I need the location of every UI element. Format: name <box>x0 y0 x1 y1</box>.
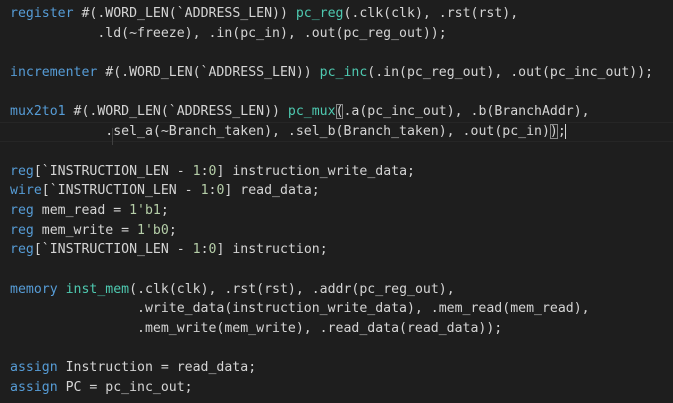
code-token: assign <box>10 360 58 376</box>
code-token: ] read_data; <box>224 183 320 199</box>
code-token: [`INSTRUCTION_LEN - <box>41 183 201 199</box>
code-token: 1 <box>192 242 201 258</box>
code-token: reg <box>10 242 34 258</box>
code-token: .mem_write(mem_write), .read_data(read_d… <box>10 321 503 336</box>
code-token: ; <box>168 222 177 238</box>
code-line[interactable]: .mem_write(mem_write), .read_data(read_d… <box>0 319 673 339</box>
code-line[interactable] <box>0 43 673 63</box>
code-token: [`INSTRUCTION_LEN - <box>33 242 193 258</box>
code-line[interactable]: assign Instruction = read_data; <box>0 358 673 378</box>
code-line[interactable]: mux2to1 #(.WORD_LEN(`ADDRESS_LEN)) pc_mu… <box>0 102 673 122</box>
code-line[interactable] <box>0 142 673 162</box>
code-token: memory <box>10 281 58 297</box>
code-token: 1'b1 <box>129 202 161 218</box>
code-token: pc_reg <box>295 6 344 21</box>
code-line[interactable] <box>0 339 673 359</box>
code-token: #(.WORD_LEN(`ADDRESS_LEN)) <box>65 104 288 120</box>
code-line[interactable]: register #(.WORD_LEN(`ADDRESS_LEN)) pc_r… <box>0 4 673 24</box>
code-line[interactable]: assign PC = pc_inc_out; <box>0 378 673 398</box>
code-lines: register #(.WORD_LEN(`ADDRESS_LEN)) pc_r… <box>0 4 673 398</box>
code-token: .write_data(instruction_write_data), .me… <box>10 301 590 317</box>
code-token: [`INSTRUCTION_LEN - <box>33 163 193 179</box>
code-line[interactable]: memory inst_mem(.clk(clk), .rst(rst), .a… <box>0 280 673 300</box>
code-line[interactable]: reg[`INSTRUCTION_LEN - 1:0] instruction_… <box>0 162 673 182</box>
code-line[interactable]: .ld(~freeze), .in(pc_in), .out(pc_reg_ou… <box>0 24 673 44</box>
code-token: reg <box>10 163 34 179</box>
code-line[interactable]: reg mem_read = 1'b1; <box>0 201 673 221</box>
code-token: ; <box>160 202 169 218</box>
code-token: (.in(pc_reg_out), .out(pc_inc_out)); <box>367 65 654 81</box>
code-token: ] instruction_write_data; <box>216 163 415 179</box>
code-line[interactable]: .write_data(instruction_write_data), .me… <box>0 299 673 319</box>
code-token: inst_mem <box>65 281 130 297</box>
code-token: reg <box>10 222 34 238</box>
code-token: .a(pc_inc_out), .b(BranchAddr), <box>343 104 590 120</box>
code-token: register <box>10 6 74 21</box>
code-line[interactable]: wire[`INSTRUCTION_LEN - 1:0] read_data; <box>0 181 673 201</box>
code-token: wire <box>10 183 42 199</box>
code-line[interactable] <box>0 83 673 103</box>
code-token: Instruction = read_data; <box>57 360 257 376</box>
code-token: sel_a(~Branch_taken), .sel_b(Branch_take… <box>113 124 550 140</box>
code-token: : <box>200 242 209 258</box>
code-token: (.clk(clk), .rst(rst), <box>343 6 519 21</box>
code-token: PC = pc_inc_out; <box>57 380 193 396</box>
code-token: mem_read = <box>33 202 130 218</box>
code-token: reg <box>10 202 34 218</box>
code-token: (.clk(clk), .rst(rst), .addr(pc_reg_out)… <box>129 281 455 297</box>
code-line[interactable] <box>0 260 673 280</box>
code-token: 1'b0 <box>137 222 169 238</box>
matched-bracket: ) <box>549 124 558 140</box>
code-token: 1 <box>192 163 201 179</box>
indent-guide <box>112 128 113 145</box>
text-cursor <box>565 123 567 139</box>
code-token: ] instruction; <box>216 242 328 258</box>
code-token: .ld(~freeze), .in(pc_in), .out(pc_reg_ou… <box>10 25 447 41</box>
code-line[interactable]: incrementer #(.WORD_LEN(`ADDRESS_LEN)) p… <box>0 63 673 83</box>
code-token: mem_write = <box>33 222 138 238</box>
code-token: #(.WORD_LEN(`ADDRESS_LEN)) <box>97 65 320 81</box>
code-line[interactable]: reg mem_write = 1'b0; <box>0 221 673 241</box>
code-line[interactable]: .sel_a(~Branch_taken), .sel_b(Branch_tak… <box>0 122 673 142</box>
code-token: #(.WORD_LEN(`ADDRESS_LEN)) <box>73 6 296 21</box>
code-editor[interactable]: register #(.WORD_LEN(`ADDRESS_LEN)) pc_r… <box>0 0 673 403</box>
code-line[interactable]: reg[`INSTRUCTION_LEN - 1:0] instruction; <box>0 240 673 260</box>
code-token: incrementer <box>10 65 98 81</box>
code-token: 1 <box>200 183 209 199</box>
code-token: pc_mux <box>287 104 336 120</box>
code-token: pc_inc <box>319 65 368 81</box>
code-token: mux2to1 <box>10 104 66 120</box>
code-token: : <box>200 163 209 179</box>
code-token: . <box>10 124 114 140</box>
code-token: assign <box>10 380 58 396</box>
